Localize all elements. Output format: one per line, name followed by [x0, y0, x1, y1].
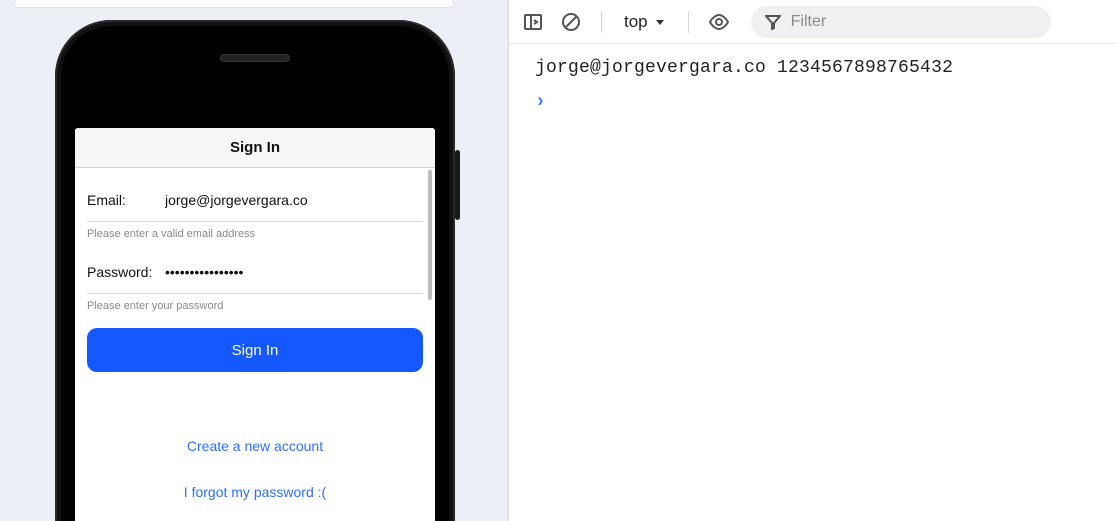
password-hint: Please enter your password: [87, 294, 423, 322]
console-toolbar: top: [509, 0, 1116, 44]
device-side-button: [455, 150, 460, 220]
email-hint: Please enter a valid email address: [87, 222, 423, 250]
device-frame: Sign In Email: Please enter a valid emai…: [55, 20, 455, 521]
chevron-down-icon: [654, 16, 666, 28]
simulator-frame-edge: [14, 0, 454, 8]
email-row: Email:: [87, 178, 423, 222]
prompt-caret-icon: ›: [535, 91, 546, 113]
live-expression-icon[interactable]: [705, 8, 733, 36]
forgot-password-link[interactable]: I forgot my password :(: [87, 484, 423, 500]
app-screen: Sign In Email: Please enter a valid emai…: [75, 128, 435, 521]
filter-box[interactable]: [751, 6, 1051, 38]
toolbar-separator: [688, 11, 689, 33]
page-title-text: Sign In: [230, 139, 280, 156]
device-notch: [55, 38, 455, 78]
page-title: Sign In: [75, 128, 435, 168]
toolbar-separator: [601, 11, 602, 33]
device-speaker: [220, 54, 290, 62]
toggle-sidebar-icon[interactable]: [519, 8, 547, 36]
password-label: Password:: [87, 264, 161, 280]
email-field[interactable]: [161, 192, 423, 208]
simulator-pane: Sign In Email: Please enter a valid emai…: [0, 0, 509, 521]
password-field[interactable]: [161, 264, 423, 280]
context-selector[interactable]: top: [618, 12, 672, 32]
filter-input[interactable]: [791, 13, 1037, 31]
signin-form: Email: Please enter a valid email addres…: [75, 168, 435, 500]
password-row: Password:: [87, 250, 423, 294]
scrollbar[interactable]: [428, 170, 432, 300]
console-prompt[interactable]: ›: [535, 92, 1104, 112]
clear-console-icon[interactable]: [557, 8, 585, 36]
create-account-link[interactable]: Create a new account: [87, 438, 423, 454]
email-label: Email:: [87, 192, 161, 208]
filter-icon: [765, 14, 781, 30]
console-output[interactable]: jorge@jorgevergara.co 1234567898765432 ›: [509, 44, 1116, 521]
signin-button[interactable]: Sign In: [87, 328, 423, 372]
context-selector-label: top: [624, 12, 648, 32]
devtools-console: top jorge@jorgevergara.co 12345678987654…: [509, 0, 1116, 521]
console-log-line: jorge@jorgevergara.co 1234567898765432: [535, 58, 1104, 78]
